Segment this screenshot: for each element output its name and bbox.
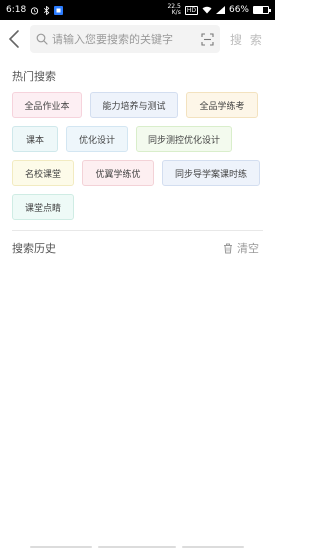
back-arrow-icon — [8, 30, 19, 48]
tag-row: 全品作业本 能力培养与测试 全品学练考 — [12, 92, 267, 118]
status-bar: 6:18 22.5 K/s HD 66% — [0, 0, 275, 20]
alarm-icon — [30, 6, 39, 15]
network-speed: 22.5 K/s — [167, 4, 180, 16]
clear-history-label: 清空 — [237, 242, 259, 255]
battery-icon — [253, 6, 271, 14]
nav-indicator — [182, 546, 244, 548]
nav-indicator — [30, 546, 92, 548]
wifi-icon — [202, 6, 212, 14]
battery-percent: 66% — [228, 5, 249, 15]
hot-tag[interactable]: 同步测控优化设计 — [136, 126, 232, 152]
trash-icon — [224, 243, 232, 253]
app-notification-icon — [54, 5, 64, 15]
hd-icon: HD — [184, 5, 198, 15]
status-time: 6:18 — [6, 5, 27, 15]
hot-tag[interactable]: 全品作业本 — [12, 92, 82, 118]
signal-icon — [215, 6, 225, 14]
bluetooth-icon — [43, 5, 50, 15]
tag-row: 名校课堂 优翼学练优 同步导学案课时练 — [12, 160, 267, 186]
hot-tag[interactable]: 课堂点睛 — [12, 194, 74, 220]
search-box[interactable] — [30, 25, 220, 53]
section-divider — [12, 230, 263, 231]
hot-tag[interactable]: 名校课堂 — [12, 160, 74, 186]
hot-tag[interactable]: 能力培养与测试 — [90, 92, 178, 118]
hot-tag[interactable]: 同步导学案课时练 — [162, 160, 260, 186]
search-input[interactable] — [52, 32, 201, 46]
hot-tag[interactable]: 优翼学练优 — [82, 160, 154, 186]
back-button[interactable] — [2, 24, 26, 54]
hot-search-tags: 全品作业本 能力培养与测试 全品学练考 课本 优化设计 同步测控优化设计 名校课… — [12, 92, 267, 228]
search-icon — [36, 33, 48, 45]
hot-search-title: 热门搜索 — [12, 70, 56, 83]
tag-row: 课堂点睛 — [12, 194, 267, 220]
search-history-title: 搜索历史 — [12, 242, 56, 255]
hot-tag[interactable]: 全品学练考 — [186, 92, 258, 118]
network-speed-unit: K/s — [171, 9, 181, 16]
scan-icon[interactable] — [201, 32, 214, 46]
search-submit-button[interactable]: 搜 索 — [230, 31, 264, 48]
tag-row: 课本 优化设计 同步测控优化设计 — [12, 126, 267, 152]
hot-tag[interactable]: 课本 — [12, 126, 58, 152]
nav-indicator — [98, 546, 176, 548]
hot-tag[interactable]: 优化设计 — [66, 126, 128, 152]
search-header: 搜 索 — [0, 22, 275, 56]
clear-history-button[interactable]: 清空 — [223, 240, 259, 256]
